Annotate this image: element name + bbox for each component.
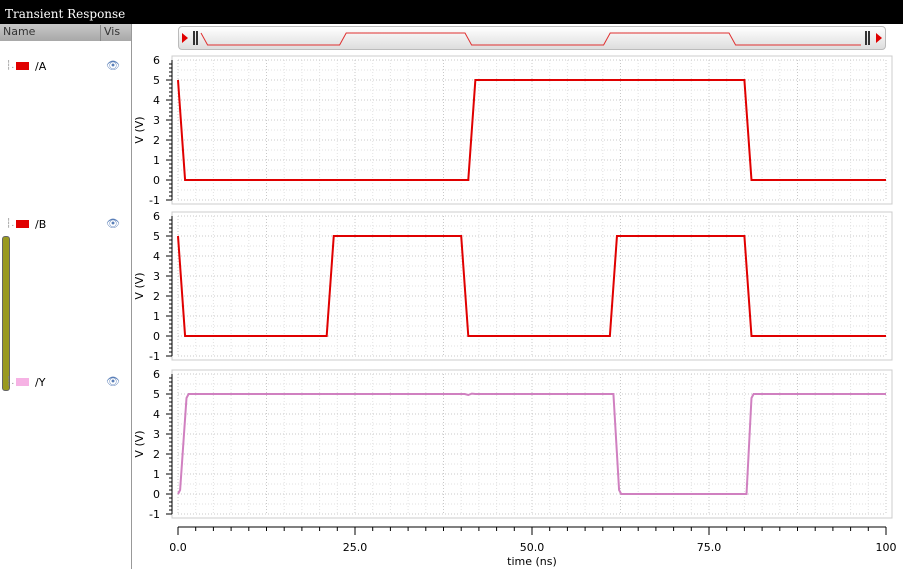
- y-tick-label: 5: [153, 74, 160, 87]
- y-tick-label: 3: [153, 428, 160, 441]
- column-header-name[interactable]: Name: [3, 25, 35, 38]
- y-tick-label: 2: [153, 290, 160, 303]
- color-swatch: [16, 62, 29, 70]
- y-tick-label: 6: [153, 210, 160, 223]
- y-tick-label: 6: [153, 368, 160, 381]
- x-tick-label: 75.0: [697, 541, 722, 554]
- signal-name: /A: [35, 59, 47, 73]
- eye-icon[interactable]: 👁: [106, 375, 120, 388]
- y-tick-label: -1: [149, 350, 160, 363]
- eye-icon[interactable]: 👁: [106, 59, 120, 72]
- signal-name: /B: [35, 217, 47, 231]
- y-tick-label: 5: [153, 388, 160, 401]
- y-tick-label: 1: [153, 310, 160, 323]
- y-axis-label: V (V): [133, 116, 146, 143]
- tree-branch-icon: ┆.: [6, 377, 15, 387]
- y-tick-label: 6: [153, 54, 160, 67]
- signal-list-panel: Name Vis ┆. /A 👁 ┆. /B 👁 ┆. /Y 👁: [0, 24, 132, 569]
- y-tick-label: 0: [153, 174, 160, 187]
- tree-branch-icon: ┆.: [6, 61, 15, 71]
- waveform-panel-y[interactable]: -1 0 1 2 3 4 5 6 V (V): [133, 368, 893, 521]
- x-tick-label: 50.0: [520, 541, 545, 554]
- eye-icon[interactable]: 👁: [106, 217, 120, 230]
- y-tick-label: 2: [153, 448, 160, 461]
- window-title: Transient Response: [0, 0, 903, 24]
- signal-list-header: Name Vis: [0, 24, 131, 41]
- tree-branch-icon: ┆.: [6, 219, 15, 229]
- y-tick-label: 4: [153, 250, 160, 263]
- signal-item-a[interactable]: ┆. /A: [6, 59, 46, 73]
- y-tick-label: 1: [153, 154, 160, 167]
- waveform-panel-a[interactable]: -1 0 1 2 3 4 5 6 V (V): [133, 54, 893, 207]
- y-tick-label: 3: [153, 114, 160, 127]
- x-axis-label: time (ns): [507, 555, 557, 568]
- waveform-panel-b[interactable]: -1 0 1 2 3 4 5 6 V (V): [133, 210, 893, 363]
- y-tick-label: 2: [153, 134, 160, 147]
- y-tick-label: 4: [153, 408, 160, 421]
- signal-name: /Y: [35, 375, 46, 389]
- x-tick-label: 100: [876, 541, 897, 554]
- x-tick-label: 0.0: [169, 541, 187, 554]
- color-swatch: [16, 378, 29, 386]
- y-tick-label: -1: [149, 194, 160, 207]
- selection-bar[interactable]: [2, 236, 10, 391]
- y-tick-label: 1: [153, 468, 160, 481]
- signal-item-y[interactable]: ┆. /Y: [6, 375, 45, 389]
- y-axis-label: V (V): [133, 430, 146, 457]
- y-tick-label: 0: [153, 488, 160, 501]
- waveform-plot-area[interactable]: -1 0 1 2 3 4 5 6 V (V) -1 0 1 2 3 4 5 6 V (V) -1 0 1 2 3 4 5 6 V (…: [132, 24, 903, 569]
- y-axis-label: V (V): [133, 272, 146, 299]
- column-header-vis[interactable]: Vis: [100, 25, 120, 41]
- signal-item-b[interactable]: ┆. /B: [6, 217, 46, 231]
- x-tick-label: 25.0: [343, 541, 368, 554]
- y-tick-label: 4: [153, 94, 160, 107]
- y-tick-label: 5: [153, 230, 160, 243]
- y-tick-label: 0: [153, 330, 160, 343]
- y-tick-label: -1: [149, 508, 160, 521]
- y-tick-label: 3: [153, 270, 160, 283]
- color-swatch: [16, 220, 29, 228]
